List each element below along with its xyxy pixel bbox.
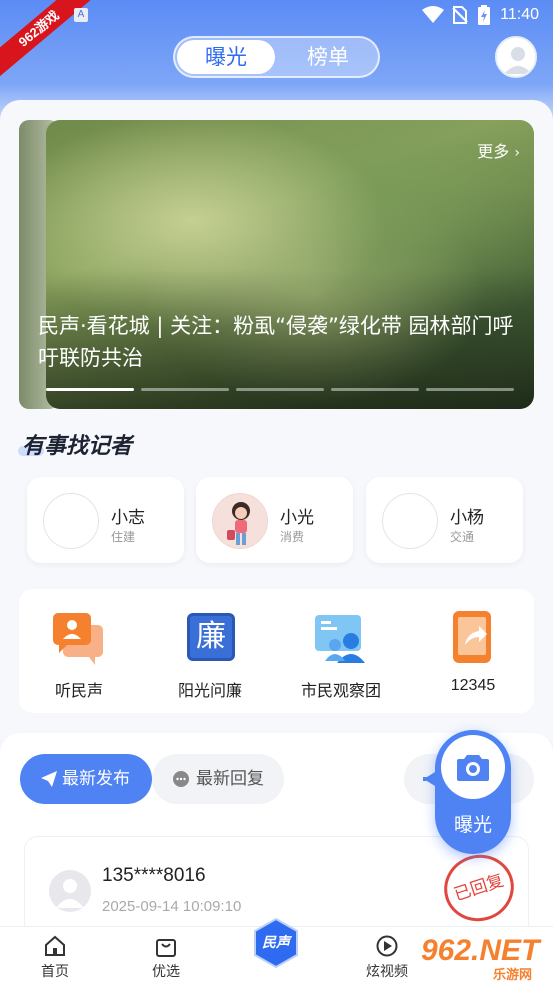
user-avatar-icon[interactable] [495, 36, 537, 78]
tab-expose[interactable]: 曝光 [177, 40, 275, 74]
camera-icon [457, 755, 489, 781]
banner-dot[interactable] [331, 388, 419, 391]
tab-ranking[interactable]: 榜单 [279, 40, 377, 74]
post-user: 135****8016 [102, 865, 206, 886]
tab-latest-replies[interactable]: 最新回复 [152, 754, 284, 804]
service-12345[interactable]: 12345 [413, 607, 533, 695]
post-avatar [49, 870, 91, 912]
service-observers[interactable]: 市民观察团 [281, 607, 401, 701]
wifi-icon [422, 6, 444, 23]
paper-plane-icon [41, 771, 57, 787]
tab-label: 最新回复 [196, 769, 264, 789]
reporter-card[interactable]: 小志 住建 [27, 477, 184, 563]
reporter-name: 小杨 [450, 508, 484, 528]
services-grid: 听民声 廉 阳光问廉 市民观察团 12345 [19, 589, 534, 713]
watermark-text: 962.NET [421, 934, 540, 967]
tab-label: 最新发布 [62, 769, 130, 789]
reporter-card[interactable]: 小光 消费 [196, 477, 353, 563]
shopping-bag-icon [155, 935, 177, 957]
service-listen[interactable]: 听民声 [19, 607, 139, 701]
no-sim-icon [452, 6, 468, 24]
banner-dot[interactable] [426, 388, 514, 391]
service-label: 听民声 [54, 681, 103, 700]
play-icon [376, 935, 398, 957]
reporter-avatar [212, 493, 268, 549]
section-title: 有事找记者 [22, 434, 133, 459]
nav-home[interactable]: 首页 [20, 935, 90, 981]
clock: 11:40 [500, 6, 539, 23]
watermark-subtext: 乐游网 [493, 968, 533, 983]
reporter-tag: 消费 [280, 530, 305, 544]
chat-dots-icon [173, 771, 189, 787]
nav-label: 炫视频 [366, 964, 408, 980]
nav-center-label: 民声 [262, 935, 290, 951]
banner-more-link[interactable]: 更多 › [477, 138, 520, 162]
home-icon [44, 935, 66, 957]
site-watermark: 962.NET 乐游网 [415, 932, 553, 983]
banner-dot[interactable] [46, 388, 134, 391]
banner-more-label: 更多 [477, 142, 510, 161]
service-label: 阳光问廉 [177, 681, 242, 700]
header-segment-tabs: 曝光 榜单 [173, 36, 380, 78]
status-bar: 962游戏 A 11:40 [0, 0, 553, 80]
reporter-name: 小志 [111, 508, 145, 528]
nav-label: 首页 [41, 964, 69, 980]
lian-seal-icon: 廉 [180, 607, 240, 667]
nav-center-logo-button[interactable]: 民声 [253, 917, 299, 969]
chevron-right-icon: › [514, 145, 520, 161]
post-time: 2025-09-14 10:09:10 [102, 898, 242, 915]
expose-fab-button[interactable]: 曝光 [435, 730, 511, 854]
reporter-avatar [43, 493, 99, 549]
fab-icon-circle [441, 735, 505, 799]
reporter-avatar [382, 493, 438, 549]
reporter-name: 小光 [280, 508, 314, 528]
banner-dot[interactable] [236, 388, 324, 391]
fab-label: 曝光 [453, 814, 492, 836]
reporter-card[interactable]: 小杨 交通 [366, 477, 523, 563]
reporter-tag: 交通 [450, 530, 475, 544]
chat-bubbles-icon [49, 607, 109, 667]
banner-pagination [46, 388, 516, 391]
phone-share-icon [443, 607, 503, 667]
reporter-tag: 住建 [111, 530, 136, 544]
lian-seal-text: 廉 [196, 619, 226, 654]
nav-selected[interactable]: 优选 [131, 935, 201, 981]
battery-icon [478, 5, 490, 25]
nav-video[interactable]: 炫视频 [352, 935, 422, 981]
nav-label: 优选 [152, 964, 180, 980]
group-id-icon [311, 607, 371, 667]
service-label: 市民观察团 [300, 681, 381, 700]
service-lian[interactable]: 廉 阳光问廉 [150, 607, 270, 701]
banner-title[interactable]: 民声·看花城 | 关注：粉虱“侵袭”绿化带 园林部门呼吁联防共治 [38, 310, 523, 374]
tab-latest-posts[interactable]: 最新发布 [20, 754, 152, 804]
service-label: 12345 [450, 677, 496, 694]
banner-dot[interactable] [141, 388, 229, 391]
app-notification-icon: A [74, 8, 88, 22]
